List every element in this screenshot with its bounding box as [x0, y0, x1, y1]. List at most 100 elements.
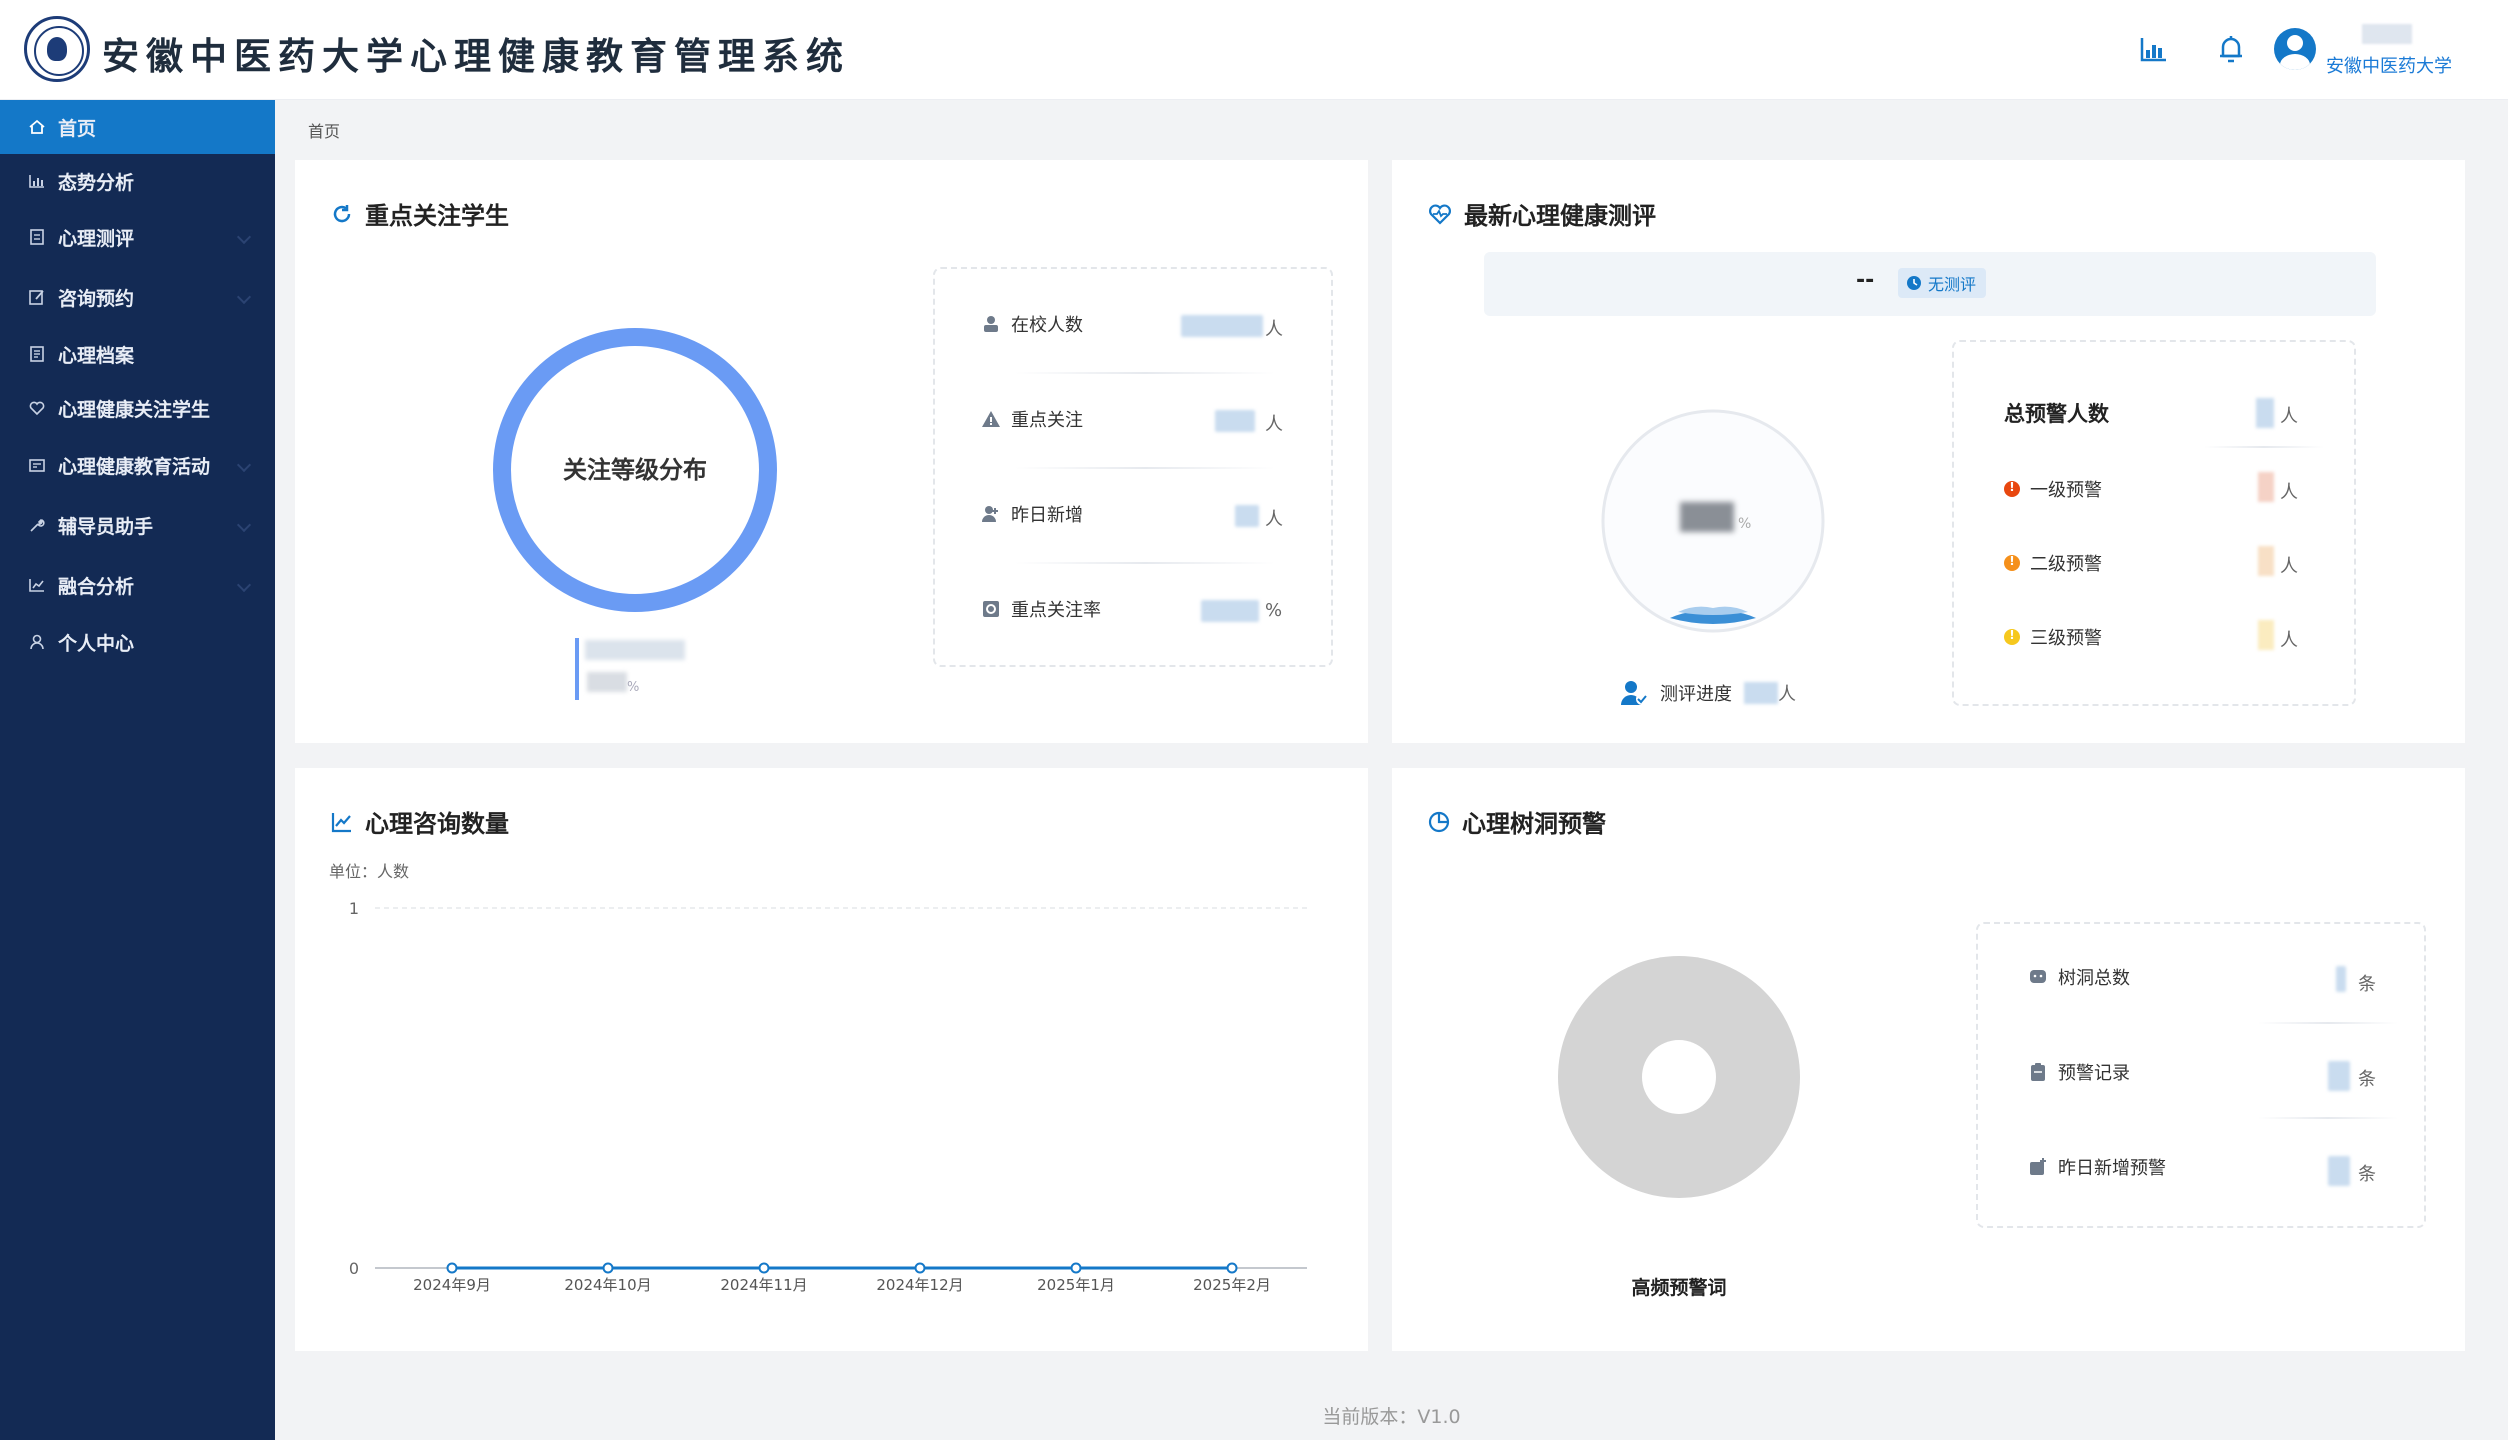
sidebar-item-activities[interactable]: 心理健康教育活动 [0, 438, 275, 492]
treehole-stats-box: 树洞总数 条 预警记录 条 昨日新增预警 条 [1976, 922, 2426, 1228]
sidebar-item-focus-students[interactable]: 心理健康关注学生 [0, 381, 275, 435]
chevron-down-icon [236, 577, 252, 593]
treehole-warning-card: 心理树洞预警 高频预警词 树洞总数 条 预警记录 条 昨日新增预警 条 [1392, 768, 2465, 1351]
stat-unit: 条 [2358, 974, 2376, 995]
y-tick-label: 1 [349, 899, 359, 918]
x-tick-label: 2024年11月 [720, 1276, 807, 1294]
chevron-down-icon [236, 229, 252, 245]
wrench-icon [30, 519, 45, 532]
warning-level-3: 三级预警 [2004, 624, 2102, 650]
data-point [914, 1262, 926, 1274]
sidebar-item-label: 首页 [58, 117, 97, 140]
warning-unit: 人 [2280, 630, 2298, 651]
stat-label: 重点关注 [1011, 410, 1083, 431]
warning-value-redacted [2258, 546, 2274, 576]
y-tick-label: 0 [349, 1259, 359, 1278]
stat-label: 树洞总数 [2058, 968, 2130, 989]
sidebar-item-label: 融合分析 [58, 575, 135, 598]
stat-value-redacted [1181, 315, 1263, 337]
stat-label: 预警记录 [2058, 1063, 2130, 1084]
sidebar-item-label: 心理测评 [58, 227, 135, 250]
warning-words-donut[interactable] [1558, 956, 1800, 1198]
warning-triangle-icon [982, 411, 1000, 427]
app-title: 安徽中医药大学心理健康教育管理系统 [102, 35, 850, 78]
sidebar-item-archive[interactable]: 心理档案 [0, 327, 275, 381]
chat-icon [2030, 970, 2046, 983]
alert-icon [2004, 480, 2020, 497]
top-header: 安徽中医药大学心理健康教育管理系统 安徽中医药大学 [0, 0, 2508, 100]
legend-name-redacted [585, 640, 685, 660]
card-title: 心理树洞预警 [1428, 804, 1606, 839]
stat-value-redacted [1201, 600, 1259, 622]
legend-marker [575, 638, 579, 700]
progress-unit: 人 [1778, 684, 1796, 705]
stat-unit: 人 [1265, 509, 1283, 530]
sidebar-item-counselor-assistant[interactable]: 辅导员助手 [0, 498, 275, 552]
stat-value-redacted [2328, 1061, 2350, 1091]
stat-label: 昨日新增 [1011, 505, 1083, 526]
sidebar-item-fusion-analysis[interactable]: 融合分析 [0, 558, 275, 612]
stat-label: 重点关注率 [1011, 600, 1101, 621]
focus-students-card: 重点关注学生 关注等级分布 % 在校人数 人 重点关注 人 昨日新增 人 重点关… [295, 160, 1368, 743]
legend-percent: % [627, 680, 640, 695]
warning-value-redacted [2258, 472, 2274, 502]
focus-stats-box: 在校人数 人 重点关注 人 昨日新增 人 重点关注率 % [933, 267, 1333, 667]
stat-unit: % [1265, 600, 1283, 621]
user-org[interactable]: 安徽中医药大学 [2326, 52, 2452, 78]
stat-row: 重点关注 人 [935, 392, 1331, 452]
data-point [602, 1262, 614, 1274]
clipboard-icon [2031, 1063, 2045, 1081]
card-title: 最新心理健康测评 [1428, 196, 1656, 231]
sidebar-item-label: 态势分析 [58, 171, 135, 194]
sidebar-item-label: 心理健康关注学生 [58, 398, 211, 421]
data-point [446, 1262, 458, 1274]
new-warning-icon [2030, 1158, 2046, 1175]
stat-value-redacted [1215, 410, 1255, 432]
warning-unit: 人 [2280, 482, 2298, 503]
warning-unit: 人 [2280, 556, 2298, 577]
chevron-down-icon [236, 457, 252, 473]
sidebar-item-appointment[interactable]: 咨询预约 [0, 270, 275, 324]
chart-icon [29, 175, 44, 188]
sidebar-item-evaluation[interactable]: 心理测评 [0, 210, 275, 264]
stat-row: 预警记录 条 [1978, 1045, 2424, 1105]
breadcrumb[interactable]: 首页 [308, 118, 340, 142]
user-name-redacted [2362, 24, 2412, 44]
sidebar-item-home[interactable]: 首页 [0, 100, 275, 154]
consultation-line-chart[interactable]: 0 1 2024年9月 2024年10月 2024年11月 2024年12月 2025年1月… [295, 768, 1368, 1351]
chevron-down-icon [236, 517, 252, 533]
evaluation-selector[interactable]: -- 无测评 [1484, 252, 2376, 316]
card-title: 重点关注学生 [331, 196, 509, 231]
version-label: 当前版本：V1.0 [1322, 1406, 1461, 1428]
evaluation-progress: 测评进度 人 [1620, 680, 1796, 706]
stat-value-redacted [2328, 1156, 2350, 1186]
x-tick-label: 2025年2月 [1193, 1276, 1271, 1294]
warning-level-2: 二级预警 [2004, 550, 2102, 576]
edit-icon [29, 290, 44, 305]
warning-total-unit: 人 [2280, 406, 2298, 427]
alert-icon [2004, 554, 2020, 571]
stat-unit: 条 [2358, 1069, 2376, 1090]
stat-row: 昨日新增 人 [935, 487, 1331, 547]
bell-icon[interactable] [2214, 32, 2248, 66]
warning-stats-box: 总预警人数 人 一级预警 人 二级预警 人 三级预警 人 [1952, 340, 2356, 706]
data-point [758, 1262, 770, 1274]
chart-icon[interactable] [2136, 32, 2170, 66]
user-icon [30, 634, 44, 650]
stat-unit: 条 [2358, 1164, 2376, 1185]
x-tick-label: 2024年12月 [876, 1276, 963, 1294]
progress-value-redacted [1744, 682, 1778, 704]
stat-row: 树洞总数 条 [1978, 950, 2424, 1010]
donut-label: 高频预警词 [1631, 1277, 1727, 1299]
legend-value-redacted [587, 672, 627, 692]
sidebar-item-label: 心理健康教育活动 [58, 455, 211, 478]
analysis-icon [29, 579, 44, 592]
x-tick-label: 2025年1月 [1037, 1276, 1115, 1294]
no-evaluation-badge: 无测评 [1898, 268, 1987, 298]
user-avatar-icon[interactable] [2274, 28, 2316, 70]
home-icon [29, 119, 45, 134]
data-point [1070, 1262, 1082, 1274]
sidebar-item-situation[interactable]: 态势分析 [0, 154, 275, 208]
consultation-count-card: 心理咨询数量 单位：人数 0 1 2024年9月 2024年10月 2024年11月 20… [295, 768, 1368, 1351]
sidebar-item-personal-center[interactable]: 个人中心 [0, 615, 275, 669]
